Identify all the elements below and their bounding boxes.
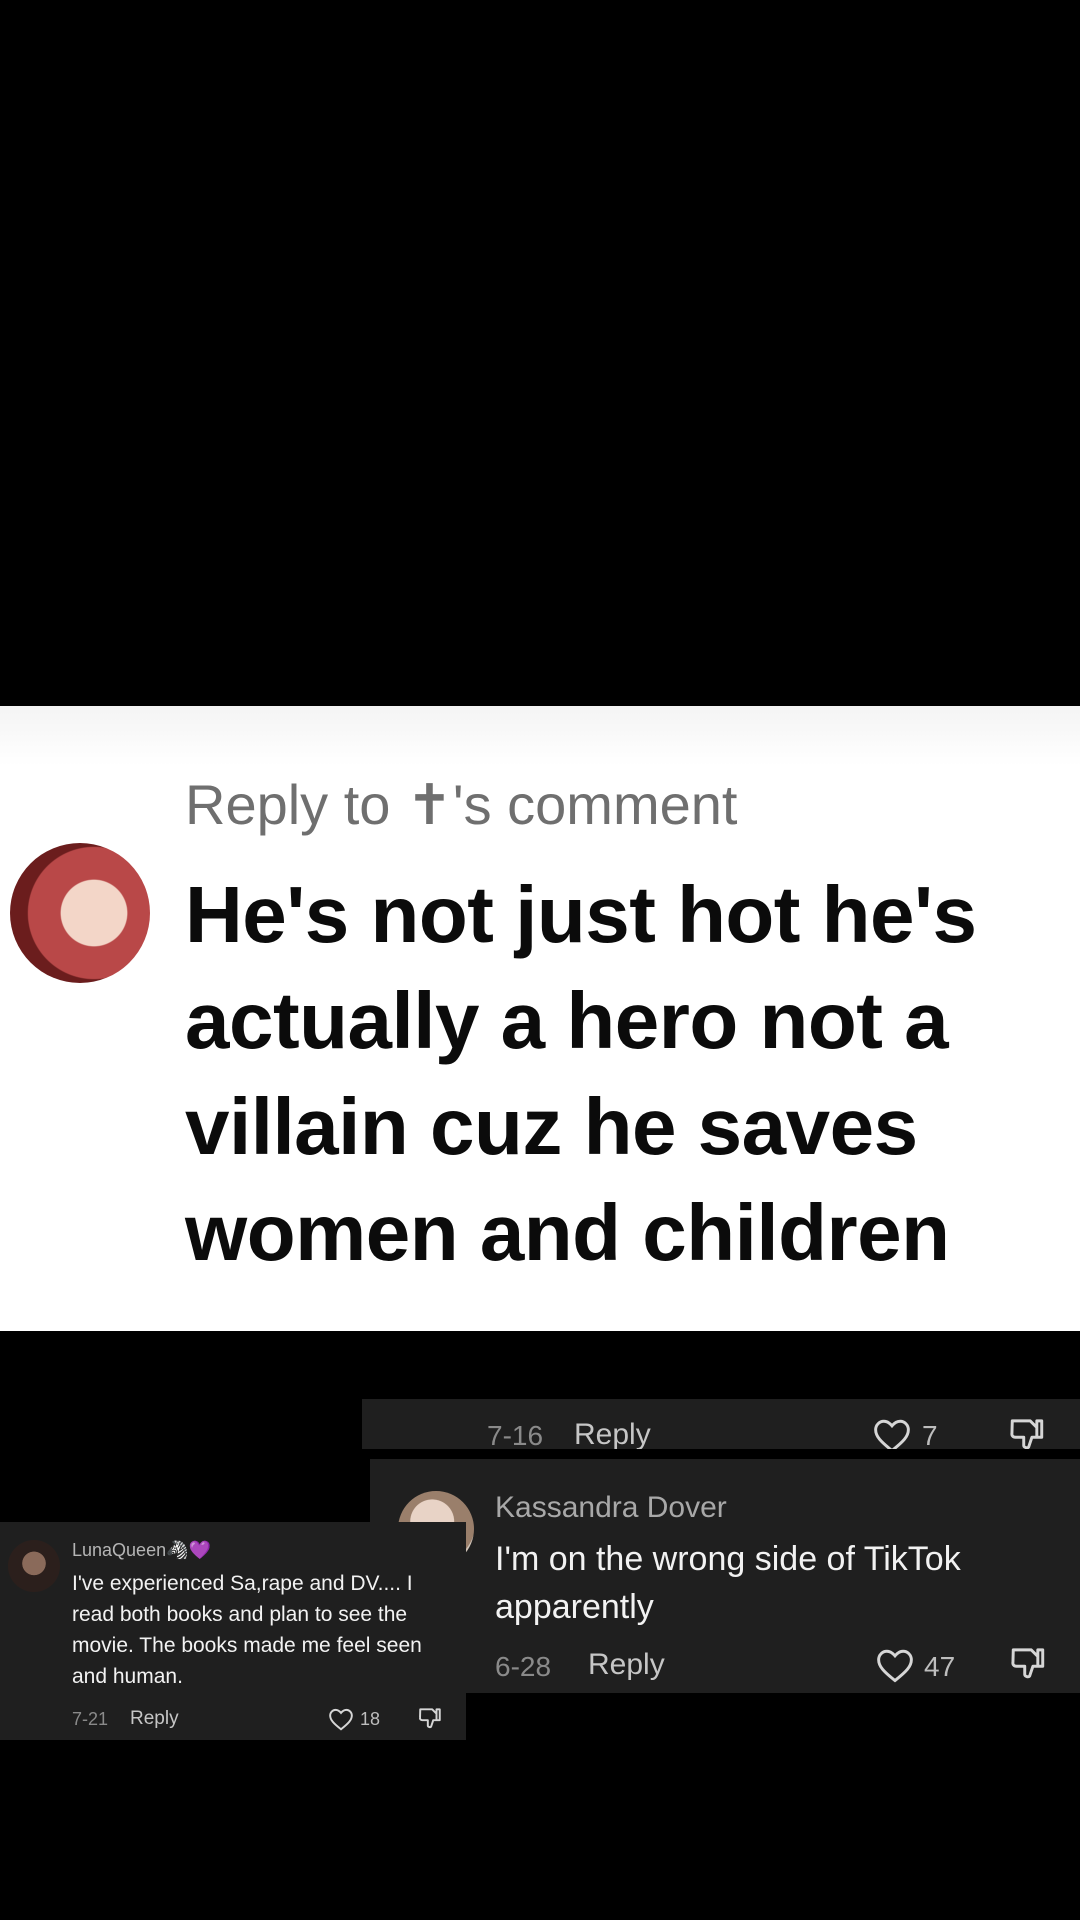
comment-date: 7-21 [72,1709,109,1729]
like-count: 7 [922,1420,938,1449]
thumbs-down-icon[interactable] [1008,1645,1048,1681]
thumbs-down-icon[interactable] [1007,1416,1047,1449]
card-fade [0,706,1080,766]
reply-comment-text: He's not just hot he's actually a hero n… [185,870,977,1277]
comment-card-lunaqueen: LunaQueen🦓💜 I've experienced Sa,rape and… [0,1522,466,1740]
heart-outline-icon[interactable] [328,1707,354,1731]
avatar[interactable] [10,843,150,983]
avatar[interactable] [8,1540,60,1592]
comment-date: 7-16 [487,1420,544,1449]
comment-username[interactable]: LunaQueen🦓💜 [72,1540,211,1561]
heart-outline-icon[interactable] [875,1647,915,1683]
reply-button[interactable]: Reply [574,1418,651,1449]
heart-outline-icon[interactable] [872,1417,912,1449]
comment-text: I'm on the wrong side of TikTok apparent… [495,1540,961,1626]
like-count: 18 [360,1709,381,1729]
reply-button[interactable]: Reply [130,1708,179,1730]
comment-text: I've experienced Sa,rape and DV.... I re… [72,1572,422,1688]
comment-date: 6-28 [495,1651,552,1682]
reply-button[interactable]: Reply [588,1648,665,1682]
thumbs-down-icon[interactable] [417,1706,443,1730]
comment-card-kassandra: Kassandra Dover I'm on the wrong side of… [370,1459,1080,1693]
comment-username[interactable]: Kassandra Dover [495,1491,727,1525]
like-count: 47 [924,1651,956,1682]
reply-to-header: Reply to ✝'s comment [185,773,738,836]
comment-footer-strip: 7-16 Reply 7 [362,1399,1080,1449]
